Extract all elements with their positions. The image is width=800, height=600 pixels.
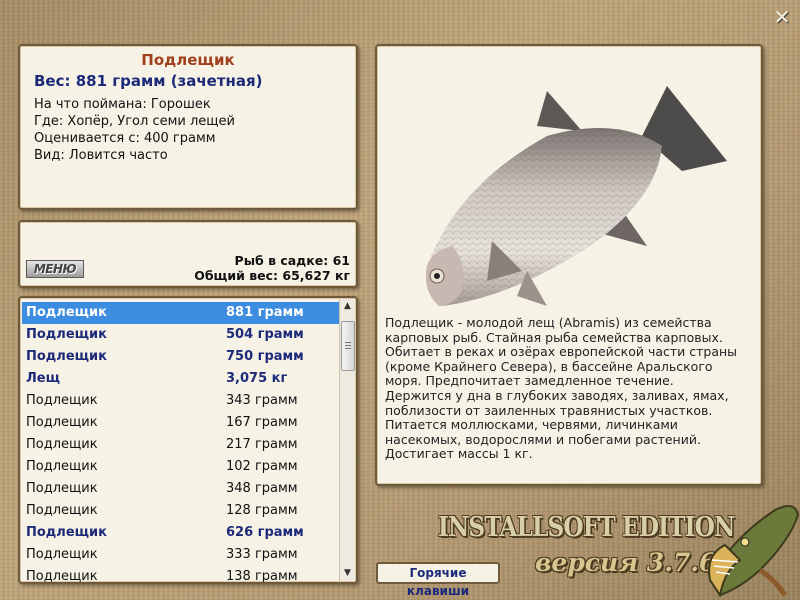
bream-fish-image [425,86,727,306]
list-item-weight: 167 грамм [226,415,298,430]
list-item-weight: 217 грамм [226,437,298,452]
list-item-weight: 102 грамм [226,459,298,474]
pike-logo-icon [708,505,800,598]
arrow-up-icon[interactable]: ▲ [340,299,355,314]
list-item-weight: 343 грамм [226,393,298,408]
arrow-down-icon[interactable]: ▼ [340,566,355,581]
menu-button[interactable]: МЕНЮ [26,260,84,278]
list-item[interactable]: Подлещик 881 грамм [22,302,340,324]
list-item[interactable]: Подлещик 128 грамм [22,500,340,522]
fish-title: Подлещик [141,51,235,69]
fish-description: Подлещик - молодой лещ (Abramis) из семе… [385,315,738,462]
list-item-weight: 138 грамм [226,569,298,584]
list-item[interactable]: Подлещик 217 грамм [22,434,340,456]
fish-rated-from: Оценивается с: 400 грамм [34,131,216,146]
list-item-weight: 128 грамм [226,503,298,518]
list-item-name: Подлещик [26,525,107,540]
list-item-weight: 504 грамм [226,327,304,342]
list-item[interactable]: Подлещик 167 грамм [22,412,340,434]
list-item-name: Подлещик [26,569,98,584]
list-item[interactable]: Подлещик 138 грамм [22,566,340,584]
list-item-weight: 881 грамм [226,305,304,320]
list-item-name: Подлещик [26,437,98,452]
scrollbar[interactable]: ▲ ▼ [339,299,355,581]
fish-info-panel: Подлещик Вес: 881 грамм (зачетная) На чт… [18,44,358,210]
list-item[interactable]: Подлещик 626 грамм [22,522,340,544]
list-item[interactable]: Лещ 3,075 кг [22,368,340,390]
list-item-name: Подлещик [26,415,98,430]
list-item-name: Подлещик [26,503,98,518]
list-item-name: Подлещик [26,305,107,320]
close-icon[interactable]: ✕ [774,5,791,29]
catch-list[interactable]: Подлещик 881 грамм Подлещик 504 грамм Подлещ… [18,296,358,584]
list-item-weight: 750 грамм [226,349,304,364]
scrollbar-thumb[interactable] [341,321,355,371]
fish-weight: Вес: 881 грамм (зачетная) [34,72,263,90]
close-button[interactable]: ✕ [771,6,793,28]
fish-image-panel: Подлещик - молодой лещ (Abramis) из семе… [375,44,763,486]
list-item-weight: 348 грамм [226,481,298,496]
list-item-weight: 3,075 кг [226,371,288,386]
fish-in-keepnet: Рыб в садке: 61 [234,253,350,268]
fish-place: Где: Хопёр, Угол семи лещей [34,114,235,129]
list-item-name: Подлещик [26,393,98,408]
list-item-name: Подлещик [26,547,98,562]
list-item[interactable]: Подлещик 750 грамм [22,346,340,368]
list-item-name: Подлещик [26,481,98,496]
list-item[interactable]: Подлещик 348 грамм [22,478,340,500]
fish-kind: Вид: Ловится часто [34,148,168,163]
total-weight: Общий вес: 65,627 кг [194,268,350,283]
list-item[interactable]: Подлещик 504 грамм [22,324,340,346]
list-item-weight: 626 грамм [226,525,304,540]
keepnet-summary-panel: МЕНЮ Рыб в садке: 61 Общий вес: 65,627 к… [18,220,358,288]
hotkeys-button[interactable]: Горячие клавиши [376,562,500,598]
list-item-name: Лещ [26,371,60,386]
list-item[interactable]: Подлещик 102 грамм [22,456,340,478]
list-item-name: Подлещик [26,459,98,474]
fish-bait: На что поймана: Горошек [34,97,211,112]
list-item-name: Подлещик [26,349,107,364]
list-item[interactable]: Подлещик 343 грамм [22,390,340,412]
list-item-weight: 333 грамм [226,547,298,562]
list-item-name: Подлещик [26,327,107,342]
list-item[interactable]: Подлещик 333 грамм [22,544,340,566]
